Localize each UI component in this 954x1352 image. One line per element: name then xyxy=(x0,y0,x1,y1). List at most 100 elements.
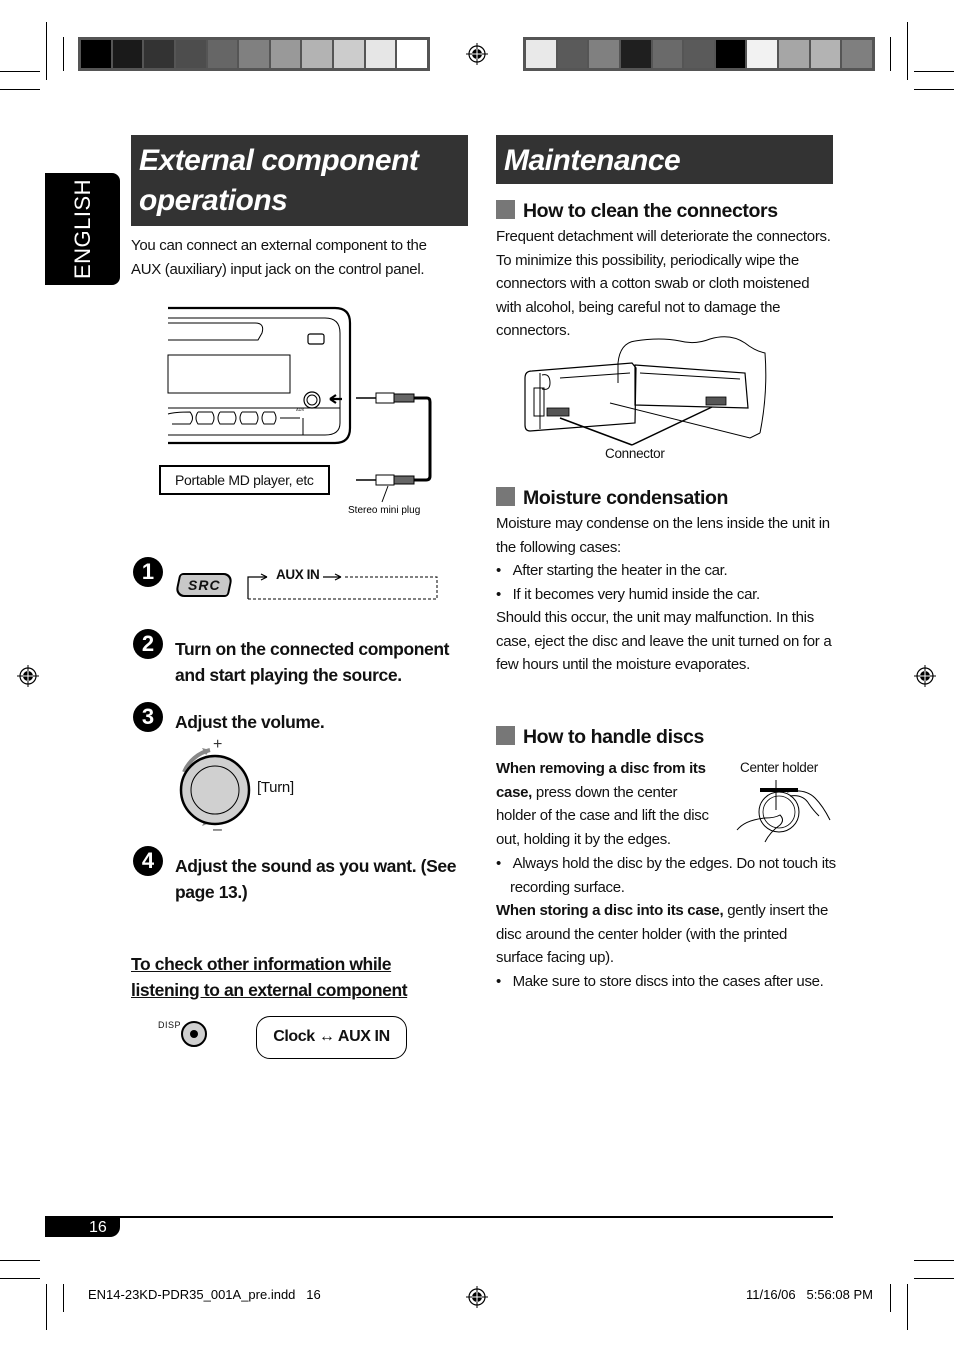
connector-illustration xyxy=(524,336,767,446)
crop-mark xyxy=(890,1284,891,1312)
crop-mark xyxy=(914,71,954,72)
handle-bullet: • Make sure to store discs into the case… xyxy=(496,972,824,990)
color-swatch xyxy=(652,40,683,68)
registration-mark-icon xyxy=(17,665,39,687)
step-number-2: 2 xyxy=(133,629,163,659)
title-line-2: operations xyxy=(139,184,288,217)
page-number-tab: 16 xyxy=(45,1218,120,1237)
heading-handle-discs-label: How to handle discs xyxy=(523,726,704,748)
crop-mark xyxy=(63,1284,64,1312)
step-number-1: 1 xyxy=(133,557,163,587)
registration-mark-icon xyxy=(466,43,488,65)
stereo-plug-bottom xyxy=(356,474,415,486)
language-tab-label: ENGLISH xyxy=(69,178,95,280)
heading-clean-connectors: How to clean the connectors xyxy=(496,200,778,223)
color-swatch xyxy=(810,40,841,68)
heading-square-icon xyxy=(496,487,515,506)
aux-in-flow-label: AUX IN xyxy=(276,567,320,582)
heading-square-icon xyxy=(496,726,515,745)
color-swatch xyxy=(175,40,206,68)
color-swatch xyxy=(842,40,873,68)
stereo-plug-label: Stereo mini plug xyxy=(348,505,420,516)
crop-mark xyxy=(914,89,954,90)
src-button-label: SRC xyxy=(187,577,221,593)
maintenance-title: Maintenance xyxy=(504,144,681,177)
portable-player-box: Portable MD player, etc xyxy=(159,465,330,495)
color-swatch xyxy=(81,40,111,68)
disp-button-label: DISP xyxy=(158,1020,182,1030)
disp-button[interactable] xyxy=(180,1020,208,1048)
color-swatch xyxy=(365,40,396,68)
clean-connectors-body: Frequent detachment will deteriorate the… xyxy=(496,228,831,339)
color-swatch xyxy=(684,40,714,68)
store-disc-paragraph: When storing a disc into its case, gentl… xyxy=(496,899,836,970)
color-swatch xyxy=(526,40,556,68)
moisture-intro: Moisture may condense on the lens inside… xyxy=(496,515,830,556)
volume-plus-label: + xyxy=(213,736,223,753)
crop-mark xyxy=(63,37,64,71)
color-calibration-bar-left xyxy=(78,37,430,71)
color-swatch xyxy=(302,40,333,68)
color-swatch xyxy=(270,40,301,68)
moisture-bullet: • If it becomes very humid inside the ca… xyxy=(496,585,760,603)
footer-timestamp: 11/16/06 5:56:08 PM xyxy=(746,1287,873,1302)
color-calibration-bar-right xyxy=(523,37,875,71)
disc-case-hand-illustration xyxy=(736,780,831,843)
footer-rule xyxy=(45,1216,833,1218)
color-swatch xyxy=(207,40,238,68)
moisture-body: Moisture may condense on the lens inside… xyxy=(496,512,836,677)
crop-mark xyxy=(907,22,908,80)
step-2-text: Turn on the connected component and star… xyxy=(175,639,450,685)
color-swatch xyxy=(112,40,143,68)
heading-moisture: Moisture condensation xyxy=(496,487,728,510)
footer-filename: EN14-23KD-PDR35_001A_pre.indd 16 xyxy=(88,1287,321,1302)
step-number-4: 4 xyxy=(133,846,163,876)
crop-mark xyxy=(46,22,47,80)
step-number-3: 3 xyxy=(133,702,163,732)
source-flow-diagram xyxy=(247,573,438,600)
handle-discs-body: • Always hold the disc by the edges. Do … xyxy=(496,852,836,993)
intro-paragraph: You can connect an external component to… xyxy=(131,237,427,278)
crop-mark xyxy=(907,1284,908,1330)
color-swatch xyxy=(397,40,428,68)
crop-mark xyxy=(0,1260,40,1261)
color-swatch xyxy=(589,40,619,68)
aux-in-label: AUX IN xyxy=(337,1028,390,1045)
title-line-1: External component xyxy=(139,144,419,177)
language-tab: ENGLISH xyxy=(45,173,120,285)
handle-bullet: • Always hold the disc by the edges. Do … xyxy=(496,855,836,896)
page-number: 16 xyxy=(89,1219,107,1236)
stereo-plug-top xyxy=(356,392,415,404)
connector-label: Connector xyxy=(605,446,665,461)
moisture-outro: Should this occur, the unit may malfunct… xyxy=(496,609,832,673)
crop-mark xyxy=(914,1278,954,1279)
clock-label: Clock xyxy=(273,1028,315,1045)
color-swatch xyxy=(747,40,778,68)
registration-mark-icon xyxy=(914,665,936,687)
color-swatch xyxy=(557,40,588,68)
toggle-arrow-icon: ↔ xyxy=(318,1028,335,1045)
turn-label: [Turn] xyxy=(257,779,294,796)
color-swatch xyxy=(239,40,269,68)
heading-square-icon xyxy=(496,200,515,219)
crop-mark xyxy=(46,1284,47,1330)
heading-clean-connectors-label: How to clean the connectors xyxy=(523,200,778,222)
color-swatch xyxy=(620,40,651,68)
src-button[interactable]: SRC xyxy=(174,573,234,597)
color-swatch xyxy=(144,40,174,68)
crop-mark xyxy=(0,89,40,90)
section-title-external-component: External component operations xyxy=(131,135,468,226)
step-4-text: Adjust the sound as you want. (See page … xyxy=(175,856,457,902)
volume-minus-label: – xyxy=(213,821,222,838)
crop-mark xyxy=(914,1260,954,1261)
section-title-maintenance: Maintenance xyxy=(496,135,833,184)
store-disc-bold: When storing a disc into its case, xyxy=(496,902,724,919)
center-holder-label: Center holder xyxy=(740,760,818,775)
clock-aux-toggle-box: Clock ↔ AUX IN xyxy=(256,1016,407,1059)
color-swatch xyxy=(715,40,746,68)
crop-mark xyxy=(890,37,891,71)
crop-mark xyxy=(0,1278,40,1279)
heading-handle-discs: How to handle discs xyxy=(496,726,704,749)
check-info-heading: To check other information while listeni… xyxy=(131,954,408,1000)
step-3-text: Adjust the volume. xyxy=(175,712,325,732)
